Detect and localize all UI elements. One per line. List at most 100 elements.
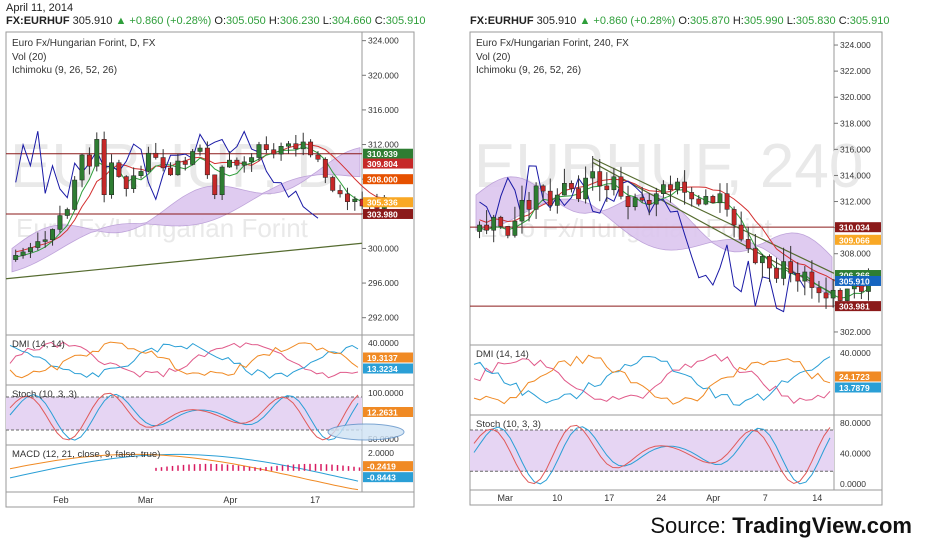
indicator-value: 12.2631 <box>367 408 398 418</box>
candle <box>646 199 652 205</box>
candle <box>300 141 306 150</box>
candle <box>168 167 173 176</box>
candle <box>330 177 336 191</box>
candle <box>138 171 144 176</box>
price-label: 308.000 <box>367 175 398 185</box>
y-tick-label: 296.000 <box>368 278 399 288</box>
candle <box>703 196 709 205</box>
candle <box>696 198 702 205</box>
candle <box>160 157 166 169</box>
y-tick-label: 320.000 <box>368 70 399 80</box>
price-label: 309.804 <box>367 159 398 169</box>
candle <box>533 185 539 210</box>
candle <box>795 273 801 282</box>
price-label: 303.980 <box>367 209 398 219</box>
candle <box>689 192 695 200</box>
candle <box>175 160 181 176</box>
candle <box>519 199 525 222</box>
candle <box>57 215 63 230</box>
candle <box>13 255 19 260</box>
y-tick-label: 322.000 <box>840 66 871 76</box>
x-tick-label: Mar <box>497 493 513 503</box>
y-tick-label: 324.000 <box>840 40 871 50</box>
indicator-value: -0.2419 <box>367 462 396 472</box>
source-attribution: Source: TradingView.com <box>650 513 912 538</box>
candle <box>554 194 560 206</box>
macd-title: MACD (12, 21, close, 9, false, true) <box>12 449 160 460</box>
charts-canvas[interactable]: EURHUF, DEuro Fx/Hungarian ForintEuro Fx… <box>0 0 932 510</box>
candle <box>204 147 210 176</box>
candle <box>738 224 744 240</box>
candle <box>484 224 489 231</box>
candle <box>837 289 843 301</box>
study-label: Vol (20) <box>476 52 510 63</box>
candle <box>50 229 56 241</box>
stoch-title: Stoch (10, 3, 3) <box>476 419 541 430</box>
candle <box>256 144 262 158</box>
candle <box>844 288 850 301</box>
y-tick-label: 316.000 <box>840 144 871 154</box>
candle <box>675 181 680 191</box>
candle <box>308 141 314 156</box>
candle <box>569 183 574 189</box>
y-tick-label: 312.000 <box>840 197 871 207</box>
y-tick-label: 40.0000 <box>840 348 871 358</box>
candle <box>745 239 751 249</box>
indicator-value: 13.7879 <box>839 383 870 393</box>
candle <box>153 152 159 158</box>
candle <box>717 193 723 204</box>
y-tick-label: 292.000 <box>368 313 399 323</box>
indicator-value: -0.8443 <box>367 473 396 483</box>
study-label: Ichimoku (9, 26, 52, 26) <box>12 65 117 76</box>
candle <box>625 196 631 208</box>
y-tick-label: 308.000 <box>840 249 871 259</box>
candle <box>724 193 730 210</box>
candle <box>86 154 92 167</box>
candle <box>278 146 284 155</box>
candle <box>653 193 659 205</box>
candle <box>632 197 638 208</box>
y-tick-label: 316.000 <box>368 105 399 115</box>
candle <box>562 183 567 196</box>
candle <box>145 152 151 172</box>
candle <box>337 190 343 195</box>
x-tick-label: 17 <box>604 493 614 503</box>
dmi-title: DMI (14, 14) <box>12 339 65 350</box>
candle <box>802 271 808 282</box>
x-tick-label: 14 <box>812 493 822 503</box>
candle <box>788 261 794 274</box>
x-tick-label: 7 <box>763 493 768 503</box>
price-label: 310.939 <box>367 149 398 159</box>
candle <box>241 161 247 166</box>
stoch-title: Stoch (10, 3, 3) <box>12 389 77 400</box>
candle <box>547 190 553 206</box>
y-tick-label: 40.0000 <box>840 449 871 459</box>
candle <box>526 199 532 210</box>
candle <box>293 143 299 150</box>
candle <box>830 289 836 299</box>
y-tick-label: 312.000 <box>368 140 399 150</box>
candle <box>752 248 758 264</box>
x-tick-label: 17 <box>310 495 320 505</box>
x-tick-label: 24 <box>656 493 666 503</box>
indicator-value: 19.3137 <box>367 353 398 363</box>
price-label: 305.910 <box>839 276 870 286</box>
price-label: 310.034 <box>839 223 870 233</box>
candle <box>35 241 41 248</box>
candle <box>101 139 107 196</box>
candle <box>767 256 772 269</box>
candle <box>618 176 624 197</box>
y-tick-label: 80.0000 <box>840 418 871 428</box>
candle <box>505 226 511 236</box>
candle <box>249 157 255 163</box>
y-tick-label: 324.000 <box>368 36 399 46</box>
candle <box>190 151 196 165</box>
candle <box>197 147 203 152</box>
candle <box>344 193 350 202</box>
price-label: 305.336 <box>367 198 398 208</box>
study-label: Vol (20) <box>12 52 46 63</box>
candle <box>816 287 822 294</box>
x-tick-label: Apr <box>223 495 237 505</box>
candle <box>123 176 129 189</box>
candle <box>352 198 358 202</box>
